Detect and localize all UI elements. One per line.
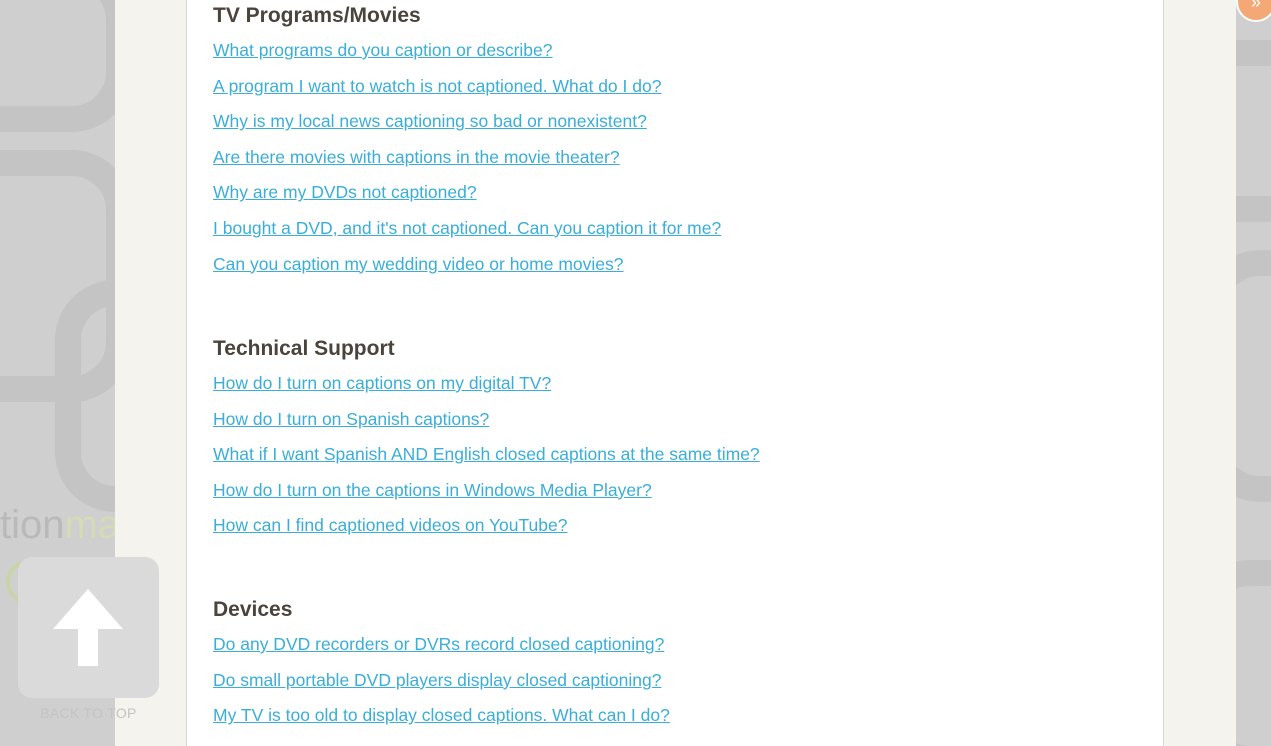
faq-link[interactable]: How do I turn on captions on my digital … bbox=[213, 373, 551, 393]
background-ring bbox=[0, 0, 132, 132]
faq-link[interactable]: I bought a DVD, and it's not captioned. … bbox=[213, 218, 721, 238]
faq-link[interactable]: My TV is too old to display closed capti… bbox=[213, 705, 670, 725]
faq-link[interactable]: How do I turn on Spanish captions? bbox=[213, 409, 489, 429]
faq-section-tv-programs: TV Programs/Movies What programs do you … bbox=[213, 1, 721, 288]
faq-link[interactable]: Can you caption my wedding video or home… bbox=[213, 254, 624, 274]
faq-link[interactable]: Do any DVD recorders or DVRs record clos… bbox=[213, 634, 664, 654]
background-logo-text: tionma bbox=[0, 503, 121, 547]
arrow-up-icon bbox=[53, 589, 123, 666]
faq-link[interactable]: A program I want to watch is not caption… bbox=[213, 76, 661, 96]
faq-link[interactable]: Do small portable DVD players display cl… bbox=[213, 670, 661, 690]
section-heading: TV Programs/Movies bbox=[213, 4, 421, 27]
faq-section-technical-support: Technical Support How do I turn on capti… bbox=[213, 334, 760, 550]
faq-link-list: What programs do you caption or describe… bbox=[213, 39, 721, 288]
faq-link[interactable]: How do I turn on the captions in Windows… bbox=[213, 480, 652, 500]
faq-link-list: Do any DVD recorders or DVRs record clos… bbox=[213, 633, 670, 740]
faq-link[interactable]: Why is my local news captioning so bad o… bbox=[213, 111, 647, 131]
faq-link[interactable]: What if I want Spanish AND English close… bbox=[213, 444, 760, 464]
faq-section-devices: Devices Do any DVD recorders or DVRs rec… bbox=[213, 595, 670, 740]
section-heading: Devices bbox=[213, 598, 293, 621]
back-to-top-label[interactable]: BACK TO TOP bbox=[18, 705, 159, 721]
faq-link-list: How do I turn on captions on my digital … bbox=[213, 372, 760, 550]
faq-link[interactable]: Are there movies with captions in the mo… bbox=[213, 147, 620, 167]
section-heading: Technical Support bbox=[213, 337, 395, 360]
back-to-top-button[interactable] bbox=[18, 557, 159, 698]
faq-link[interactable]: What programs do you caption or describe… bbox=[213, 40, 552, 60]
faq-link[interactable]: Why are my DVDs not captioned? bbox=[213, 182, 477, 202]
faq-link[interactable]: How can I find captioned videos on YouTu… bbox=[213, 515, 567, 535]
